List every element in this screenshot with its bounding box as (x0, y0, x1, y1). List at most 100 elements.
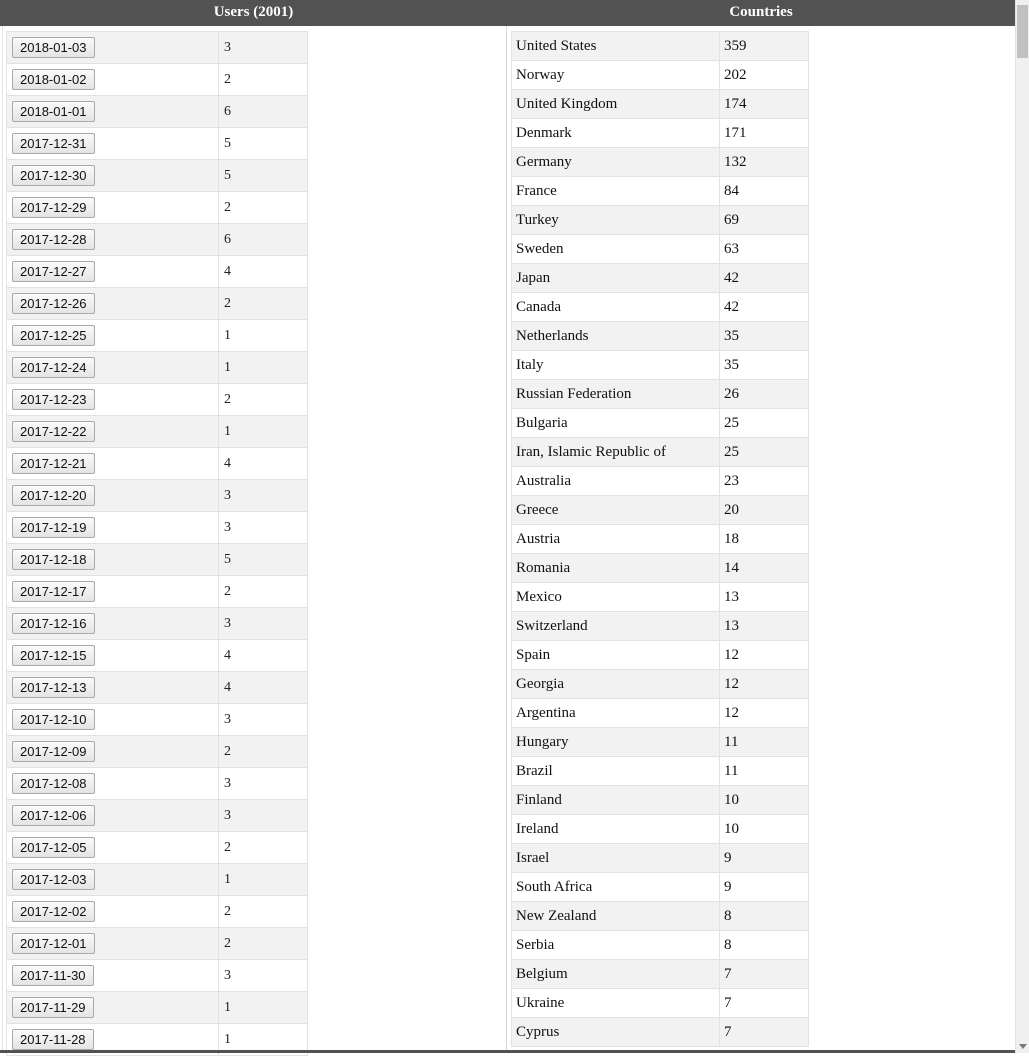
date-button[interactable]: 2017-11-30 (12, 965, 94, 986)
date-button[interactable]: 2017-12-27 (12, 261, 95, 282)
date-button[interactable]: 2017-12-28 (12, 229, 95, 250)
table-row: Cyprus 7 (511, 1017, 809, 1047)
user-count-cell: 4 (218, 447, 308, 480)
date-button[interactable]: 2018-01-02 (12, 69, 95, 90)
table-row: 2017-12-10 3 (6, 703, 308, 736)
user-count-cell: 2 (218, 831, 308, 864)
date-button[interactable]: 2017-12-19 (12, 517, 95, 538)
table-row: 2017-12-29 2 (6, 191, 308, 224)
country-name-cell: Cyprus (511, 1017, 720, 1047)
user-count-cell: 2 (218, 927, 308, 960)
user-count-cell: 6 (218, 95, 308, 128)
date-button[interactable]: 2017-12-20 (12, 485, 95, 506)
table-row: Mexico 13 (511, 582, 809, 612)
user-count-cell: 5 (218, 127, 308, 160)
date-cell: 2017-11-30 (6, 959, 219, 992)
date-button[interactable]: 2018-01-01 (12, 101, 95, 122)
date-button[interactable]: 2017-12-09 (12, 741, 95, 762)
scroll-down-arrow-icon[interactable] (1019, 1044, 1027, 1049)
country-count-cell: 25 (719, 408, 809, 438)
date-button[interactable]: 2017-12-30 (12, 165, 95, 186)
country-count-cell: 11 (719, 756, 809, 786)
date-button[interactable]: 2017-12-18 (12, 549, 95, 570)
date-button[interactable]: 2017-12-21 (12, 453, 95, 474)
table-row: Spain 12 (511, 640, 809, 670)
scroll-thumb[interactable] (1017, 5, 1028, 58)
user-count-cell: 3 (218, 511, 308, 544)
country-name-cell: Germany (511, 147, 720, 177)
date-button[interactable]: 2017-12-17 (12, 581, 95, 602)
table-row: 2017-12-30 5 (6, 159, 308, 192)
date-button[interactable]: 2017-12-23 (12, 389, 95, 410)
user-count-cell: 2 (218, 287, 308, 320)
date-cell: 2017-12-30 (6, 159, 219, 192)
date-button[interactable]: 2017-12-02 (12, 901, 95, 922)
country-name-cell: Japan (511, 263, 720, 293)
date-cell: 2017-12-28 (6, 223, 219, 256)
country-count-cell: 359 (719, 31, 809, 61)
table-row: New Zealand 8 (511, 901, 809, 931)
countries-column-title: Countries (729, 4, 793, 20)
date-cell: 2017-12-29 (6, 191, 219, 224)
date-button[interactable]: 2017-11-28 (12, 1029, 94, 1050)
table-row: Georgia 12 (511, 669, 809, 699)
country-name-cell: Canada (511, 292, 720, 322)
country-count-cell: 9 (719, 872, 809, 902)
user-count-cell: 2 (218, 895, 308, 928)
date-button[interactable]: 2017-11-29 (12, 997, 94, 1018)
table-row: 2017-12-08 3 (6, 767, 308, 800)
country-count-cell: 14 (719, 553, 809, 583)
date-button[interactable]: 2017-12-08 (12, 773, 95, 794)
date-cell: 2018-01-01 (6, 95, 219, 128)
date-button[interactable]: 2017-12-10 (12, 709, 95, 730)
country-name-cell: Finland (511, 785, 720, 815)
user-count-cell: 3 (218, 479, 308, 512)
country-name-cell: Mexico (511, 582, 720, 612)
date-button[interactable]: 2017-12-01 (12, 933, 95, 954)
date-cell: 2017-12-19 (6, 511, 219, 544)
date-cell: 2018-01-02 (6, 63, 219, 96)
date-button[interactable]: 2017-12-24 (12, 357, 95, 378)
vertical-scrollbar[interactable] (1015, 0, 1029, 1053)
user-count-cell: 1 (218, 863, 308, 896)
table-row: Germany 132 (511, 147, 809, 177)
country-count-cell: 7 (719, 1017, 809, 1047)
table-row: 2017-12-28 6 (6, 223, 308, 256)
date-button[interactable]: 2017-12-13 (12, 677, 95, 698)
country-name-cell: Switzerland (511, 611, 720, 641)
date-button[interactable]: 2017-12-05 (12, 837, 95, 858)
user-count-cell: 3 (218, 959, 308, 992)
table-row: Netherlands 35 (511, 321, 809, 351)
country-count-cell: 9 (719, 843, 809, 873)
country-count-cell: 63 (719, 234, 809, 264)
country-name-cell: Denmark (511, 118, 720, 148)
table-row: 2017-12-17 2 (6, 575, 308, 608)
date-button[interactable]: 2017-12-29 (12, 197, 95, 218)
date-button[interactable]: 2018-01-03 (12, 37, 95, 58)
date-cell: 2018-01-03 (6, 31, 219, 64)
country-count-cell: 35 (719, 350, 809, 380)
date-cell: 2017-12-01 (6, 927, 219, 960)
country-count-cell: 42 (719, 292, 809, 322)
date-button[interactable]: 2017-12-03 (12, 869, 95, 890)
table-row: 2018-01-02 2 (6, 63, 308, 96)
user-count-cell: 4 (218, 255, 308, 288)
date-button[interactable]: 2017-12-16 (12, 613, 95, 634)
user-count-cell: 2 (218, 63, 308, 96)
date-button[interactable]: 2017-12-22 (12, 421, 95, 442)
user-count-cell: 6 (218, 223, 308, 256)
table-row: 2017-12-01 2 (6, 927, 308, 960)
date-button[interactable]: 2017-12-06 (12, 805, 95, 826)
countries-table: United States 359 Norway 202 United Kingdom 1… (511, 31, 809, 1047)
date-button[interactable]: 2017-12-15 (12, 645, 95, 666)
date-button[interactable]: 2017-12-26 (12, 293, 95, 314)
table-row: 2017-11-30 3 (6, 959, 308, 992)
user-count-cell: 1 (218, 351, 308, 384)
date-button[interactable]: 2017-12-31 (12, 133, 95, 154)
country-name-cell: Italy (511, 350, 720, 380)
date-button[interactable]: 2017-12-25 (12, 325, 95, 346)
country-name-cell: Georgia (511, 669, 720, 699)
user-count-cell: 1 (218, 991, 308, 1024)
table-row: Finland 10 (511, 785, 809, 815)
country-name-cell: Turkey (511, 205, 720, 235)
